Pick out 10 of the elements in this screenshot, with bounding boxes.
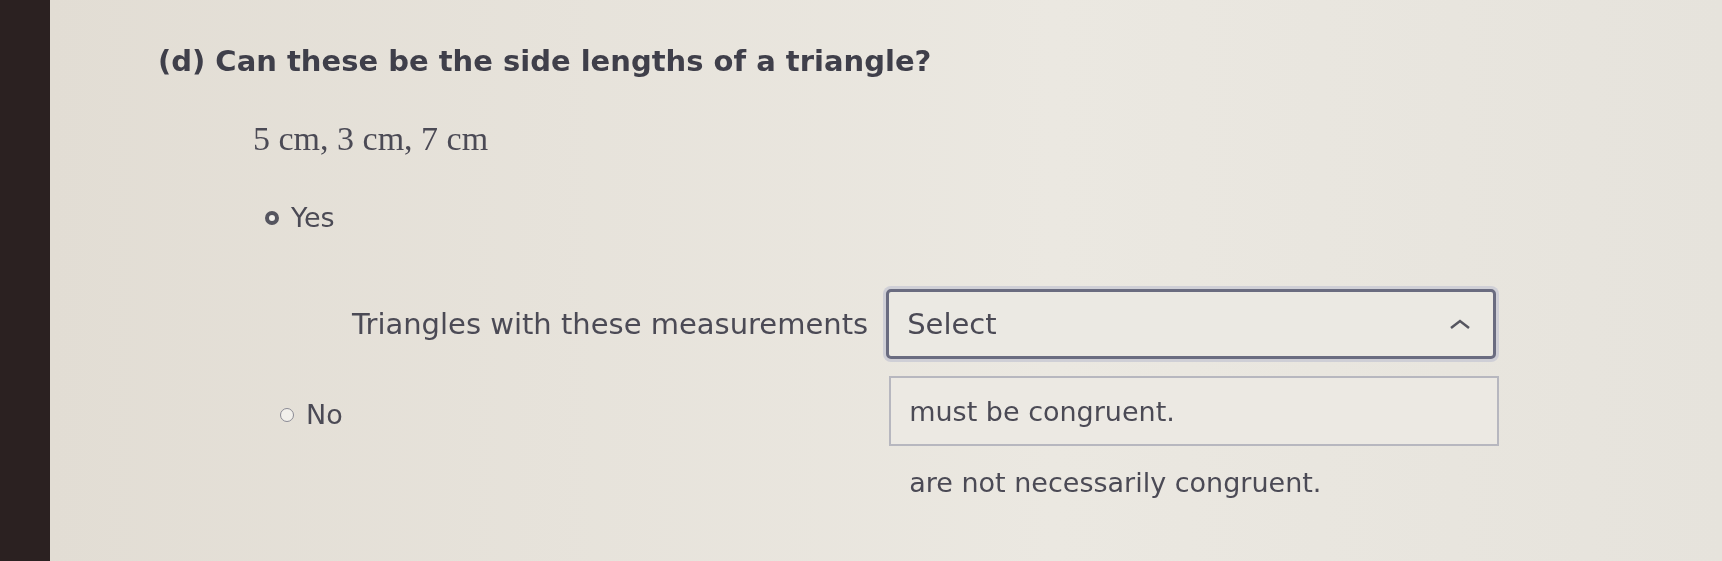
- choice-label: Yes: [291, 202, 335, 233]
- question-text: (d) Can these be the side lengths of a triangle?: [158, 44, 933, 78]
- side-lengths: 5 cm, 3 cm, 7 cm: [253, 120, 490, 158]
- caret-icon: [1449, 318, 1472, 330]
- choice-label: No: [306, 399, 343, 430]
- dropdown-option[interactable]: are not necessarily congruent.: [889, 452, 1500, 512]
- sentence-text: Triangles with these measurements: [352, 307, 869, 341]
- radio-button[interactable]: [265, 210, 279, 225]
- radio-button[interactable]: [280, 407, 294, 422]
- dropdown-option[interactable]: must be congruent.: [889, 376, 1500, 446]
